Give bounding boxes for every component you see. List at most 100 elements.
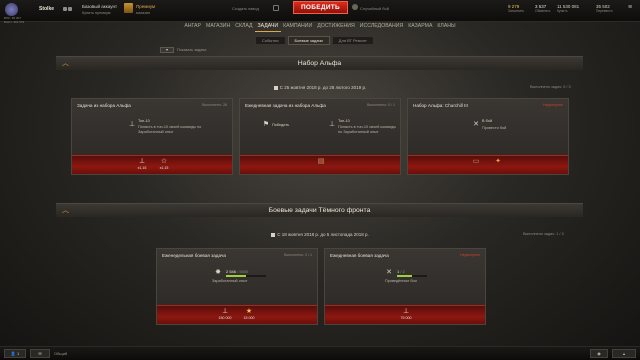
calendar-icon: [271, 232, 276, 237]
card-title: Еженедельная боевая задача: [162, 253, 226, 258]
nav-item-hangar[interactable]: АНГАР: [182, 22, 204, 31]
section-progress-count: Выполнено задач: 1 / 3: [523, 232, 564, 236]
condition-text: Провести бой: [482, 126, 507, 130]
mission-card[interactable]: Ежедневная боевая задача Недоступно ✕ 1 …: [324, 248, 486, 325]
tank-icon: ⊥: [138, 158, 146, 165]
create-platoon-button[interactable]: Создать взвод: [232, 6, 259, 11]
nav-item-research[interactable]: ИССЛЕДОВАНИЯ: [357, 22, 405, 31]
section-header-dark-front[interactable]: ︿ Боевые задачи Тёмного фронта: [56, 203, 583, 217]
filter-toggle-icon[interactable]: ▾: [160, 47, 174, 53]
hamburger-menu-icon[interactable]: ≡: [626, 4, 634, 12]
nav-item-missions[interactable]: ЗАДАЧИ: [255, 22, 281, 32]
star-icon: ☆: [160, 158, 168, 165]
explosion-icon: ✸: [215, 269, 221, 276]
reward-item: ☆ x1,15: [154, 158, 174, 170]
gold-balance[interactable]: 9 279 Заполнить: [508, 4, 524, 14]
bell-icon: ▴: [622, 351, 625, 356]
reward-item: ★ 15 000: [239, 308, 259, 320]
credits-balance[interactable]: 11 530 081 Купить: [557, 4, 579, 14]
reward-item: ▭: [466, 158, 486, 166]
calendar-icon: [273, 85, 278, 90]
tank-icon: ⊥: [402, 308, 410, 315]
view-button[interactable]: ◉: [590, 349, 608, 358]
progress-bar: [226, 275, 266, 277]
xp-balance[interactable]: 35 502 Перевести: [596, 4, 612, 14]
nav-item-clans[interactable]: КЛАНЫ: [435, 22, 458, 31]
premium-shop[interactable]: Премиум магазин: [136, 4, 155, 16]
fight-button[interactable]: ПОБЕДИТЬ: [293, 1, 348, 14]
battle-mode-icon[interactable]: [352, 4, 358, 10]
tank-icon: ⊥: [328, 121, 336, 128]
star-icon: ★: [245, 308, 253, 315]
chat-channel-label[interactable]: Общий: [54, 351, 67, 356]
mission-card[interactable]: Набор Альфа: Churchill III Недоступно ✕ …: [407, 98, 569, 175]
credits-label: Купить: [557, 9, 568, 13]
premium-sub: магазин: [136, 11, 151, 15]
buy-premium-link[interactable]: Купить премиум: [82, 10, 117, 16]
tab-combat-missions[interactable]: Боевые задачи: [287, 36, 330, 45]
section-header-alpha[interactable]: ︿ Набор Альфа: [56, 56, 583, 70]
condition-title: В бой: [482, 119, 492, 123]
filter-label[interactable]: Показать задачи: [177, 48, 206, 52]
progress-current: 1: [397, 269, 400, 274]
progress-current: 2 546: [226, 269, 237, 274]
free-xp-balance[interactable]: 3 537 Обменять: [535, 4, 550, 14]
nav-item-achievements[interactable]: ДОСТИЖЕНИЯ: [315, 22, 358, 31]
reward-item: ▤: [311, 158, 331, 166]
contacts-button[interactable]: 👤 1: [4, 349, 26, 358]
card-title: Задача из набора Альфа: [77, 103, 131, 108]
nav-item-campaigns[interactable]: КАМПАНИИ: [281, 22, 315, 31]
mission-card[interactable]: Задача из набора Альфа Выполнено: 26 ⊥ Т…: [71, 98, 233, 175]
battle-mode-selector[interactable]: Случайный бой: [360, 6, 389, 11]
nav-item-depot[interactable]: СКЛАД: [233, 22, 255, 31]
card-status: Недоступно: [543, 103, 563, 107]
reward-item: ✦: [488, 158, 508, 166]
card-status: Выполнено: 0 / 1: [367, 103, 395, 107]
condition-title: Победить: [272, 123, 290, 127]
progress-value: 1 / 2: [397, 269, 405, 274]
mission-card[interactable]: Ежедневная задача из набора Альфа Выполн…: [239, 98, 401, 175]
cross-swords-icon: ✕: [473, 121, 479, 128]
card-title: Набор Альфа: Churchill III: [413, 103, 468, 108]
notifications-button[interactable]: ▴: [612, 349, 636, 358]
rewards-strip: ⊥ 75 000: [325, 305, 485, 324]
player-name[interactable]: Stolke: [39, 6, 54, 12]
nav-item-barracks[interactable]: КАЗАРМА: [406, 22, 435, 31]
tab-repair[interactable]: Для ВТ Ремонт: [331, 36, 374, 45]
condition-text: Проведённые бои: [385, 279, 417, 283]
missions-tabs: События Боевые задачи Для ВТ Ремонт: [255, 36, 374, 45]
chat-icon: ✉: [38, 351, 42, 356]
reward-value: x1,15: [137, 166, 147, 170]
settings-icon[interactable]: [68, 7, 72, 11]
main-nav: АНГАР МАГАЗИН СКЛАД ЗАДАЧИ КАМПАНИИ ДОСТ…: [0, 22, 640, 32]
eye-icon: ◉: [597, 351, 601, 356]
progress-total: / 2: [400, 269, 405, 274]
rewards-strip: ▤: [240, 155, 400, 174]
filter-row: ▾ Показать задачи: [160, 47, 206, 53]
tab-events[interactable]: События: [255, 36, 286, 45]
notification-icon[interactable]: [63, 7, 67, 11]
progress-fill: [226, 275, 247, 277]
progress-bar: [397, 275, 427, 277]
chat-button[interactable]: ✉: [30, 349, 50, 358]
card-title: Ежедневная задача из набора Альфа: [245, 103, 326, 108]
condition-text: Попасть в топ-10 своей команды по Зарабо…: [338, 125, 397, 134]
rewards-strip: ▭ ✦: [408, 155, 568, 174]
bottom-bar: 👤 1 ✉ Общий ◉ ▴: [0, 346, 640, 360]
rewards-strip: ⊥ 150 000 ★ 15 000: [157, 305, 317, 324]
nav-item-shop[interactable]: МАГАЗИН: [203, 22, 232, 31]
date-text: С 25 жовтня 2018 р. до 28 лютого 2019 р.: [279, 85, 367, 90]
platoon-icon[interactable]: [273, 5, 279, 11]
section-title: Набор Альфа: [297, 60, 342, 67]
progress-total: / 5000: [237, 269, 249, 274]
condition-text: Заработанный опыт: [212, 279, 248, 283]
account-status[interactable]: Базовый аккаунт Купить премиум: [82, 4, 117, 16]
premium-shop-icon[interactable]: [124, 3, 133, 13]
card-status: Выполнено: 0 / 1: [284, 253, 312, 257]
section-title: Боевые задачи Тёмного фронта: [268, 207, 371, 214]
mission-card[interactable]: Еженедельная боевая задача Выполнено: 0 …: [156, 248, 318, 325]
reward-value: 150 000: [218, 316, 232, 320]
reward-value: 15 000: [243, 316, 255, 320]
cross-swords-icon: ✕: [386, 269, 392, 276]
flag-icon: ⚑: [262, 121, 270, 128]
